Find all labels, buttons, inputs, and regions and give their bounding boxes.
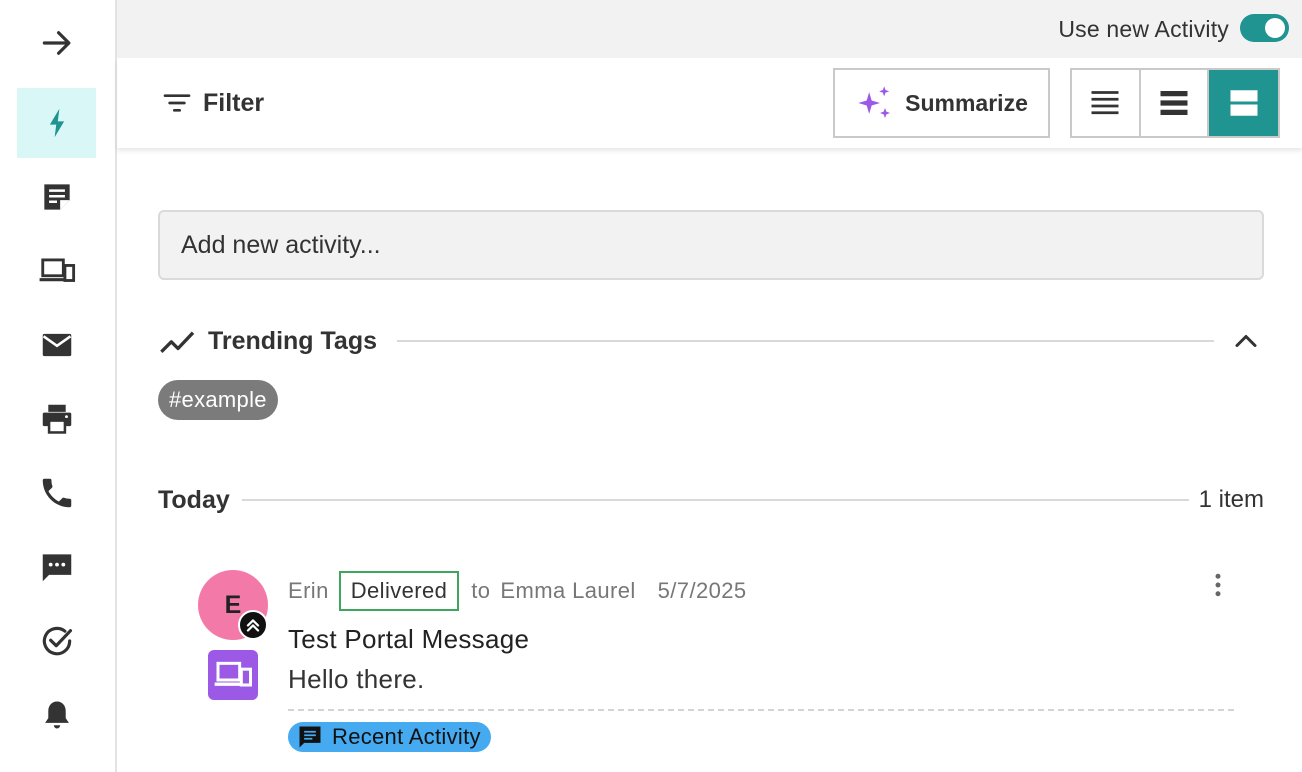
sidebar-item-sms[interactable] [17, 532, 96, 602]
summarize-button[interactable]: Summarize [833, 68, 1050, 138]
today-title: Today [158, 485, 230, 514]
top-strip: Use new Activity [117, 0, 1302, 58]
chevron-up-icon[interactable] [1228, 323, 1264, 359]
left-sidebar [0, 0, 117, 772]
sidebar-item-phone[interactable] [17, 458, 96, 528]
envelope-icon [42, 333, 71, 357]
sidebar-item-email[interactable] [17, 310, 96, 380]
sidebar-item-portal[interactable] [17, 236, 96, 306]
filter-icon [163, 94, 191, 112]
filter-label: Filter [203, 88, 265, 117]
sender-name: Erin [288, 578, 329, 603]
printer-icon [42, 404, 71, 434]
view-compact-button[interactable] [1072, 70, 1141, 136]
new-activity-toggle[interactable] [1240, 14, 1289, 42]
divider [397, 340, 1214, 342]
activity-date: 5/7/2025 [657, 578, 747, 603]
sidebar-item-notes[interactable] [17, 162, 96, 232]
avatar-badge [238, 610, 268, 640]
sticky-note-icon [43, 184, 70, 210]
activity-toolbar: Filter Summarize [117, 58, 1302, 148]
portal-message-type-icon [208, 650, 258, 700]
recent-activity-label: Recent Activity [332, 724, 481, 749]
trending-tags-header: Trending Tags [158, 321, 1264, 361]
bell-icon [44, 701, 69, 729]
lightning-icon [49, 108, 64, 138]
compact-list-icon [1091, 91, 1119, 115]
devices-icon [214, 661, 253, 687]
to-label: to [471, 578, 491, 603]
trending-tags-title: Trending Tags [208, 326, 377, 355]
card-view-icon [1230, 90, 1258, 116]
sparkle-icon [858, 86, 891, 118]
double-chevron-up-icon [246, 619, 260, 632]
dashed-divider [288, 709, 1234, 711]
chat-icon [42, 554, 71, 582]
recipient-name: Emma Laurel [500, 578, 636, 603]
arrow-right-icon [42, 31, 70, 55]
summarize-label: Summarize [905, 89, 1028, 116]
sidebar-item-print[interactable] [17, 384, 96, 454]
sidebar-item-activity[interactable] [17, 88, 96, 158]
sidebar-item-tasks[interactable] [17, 606, 96, 676]
recent-activity-tag[interactable]: Recent Activity [288, 722, 491, 752]
comment-icon [299, 726, 321, 748]
check-circle-icon [42, 626, 72, 656]
message-subject: Test Portal Message [288, 624, 530, 654]
item-count: 1 item [1198, 486, 1264, 513]
activity-meta: Erin Delivered to Emma Laurel 5/7/2025 [288, 571, 747, 611]
view-mode-group [1070, 68, 1280, 138]
avatar-initial: E [224, 590, 242, 619]
message-body: Hello there. [288, 664, 425, 694]
sidebar-item-collapse[interactable] [17, 8, 96, 78]
new-activity-toggle-label: Use new Activity [1058, 16, 1229, 42]
sidebar-item-notifications[interactable] [17, 680, 96, 750]
add-activity-input[interactable] [158, 210, 1264, 280]
devices-icon [39, 258, 75, 282]
toggle-knob [1265, 18, 1285, 38]
filter-button[interactable]: Filter [161, 84, 264, 122]
today-header: Today 1 item [158, 480, 1264, 520]
divider [241, 499, 1189, 501]
status-badge: Delivered [338, 571, 460, 611]
phone-icon [42, 478, 71, 508]
trending-icon [160, 331, 195, 354]
more-options-icon[interactable] [1203, 570, 1233, 600]
tag-chip-example[interactable]: #example [158, 380, 278, 420]
view-comfortable-button[interactable] [1140, 70, 1210, 136]
comfortable-list-icon [1160, 91, 1188, 115]
view-card-button[interactable] [1209, 70, 1278, 136]
